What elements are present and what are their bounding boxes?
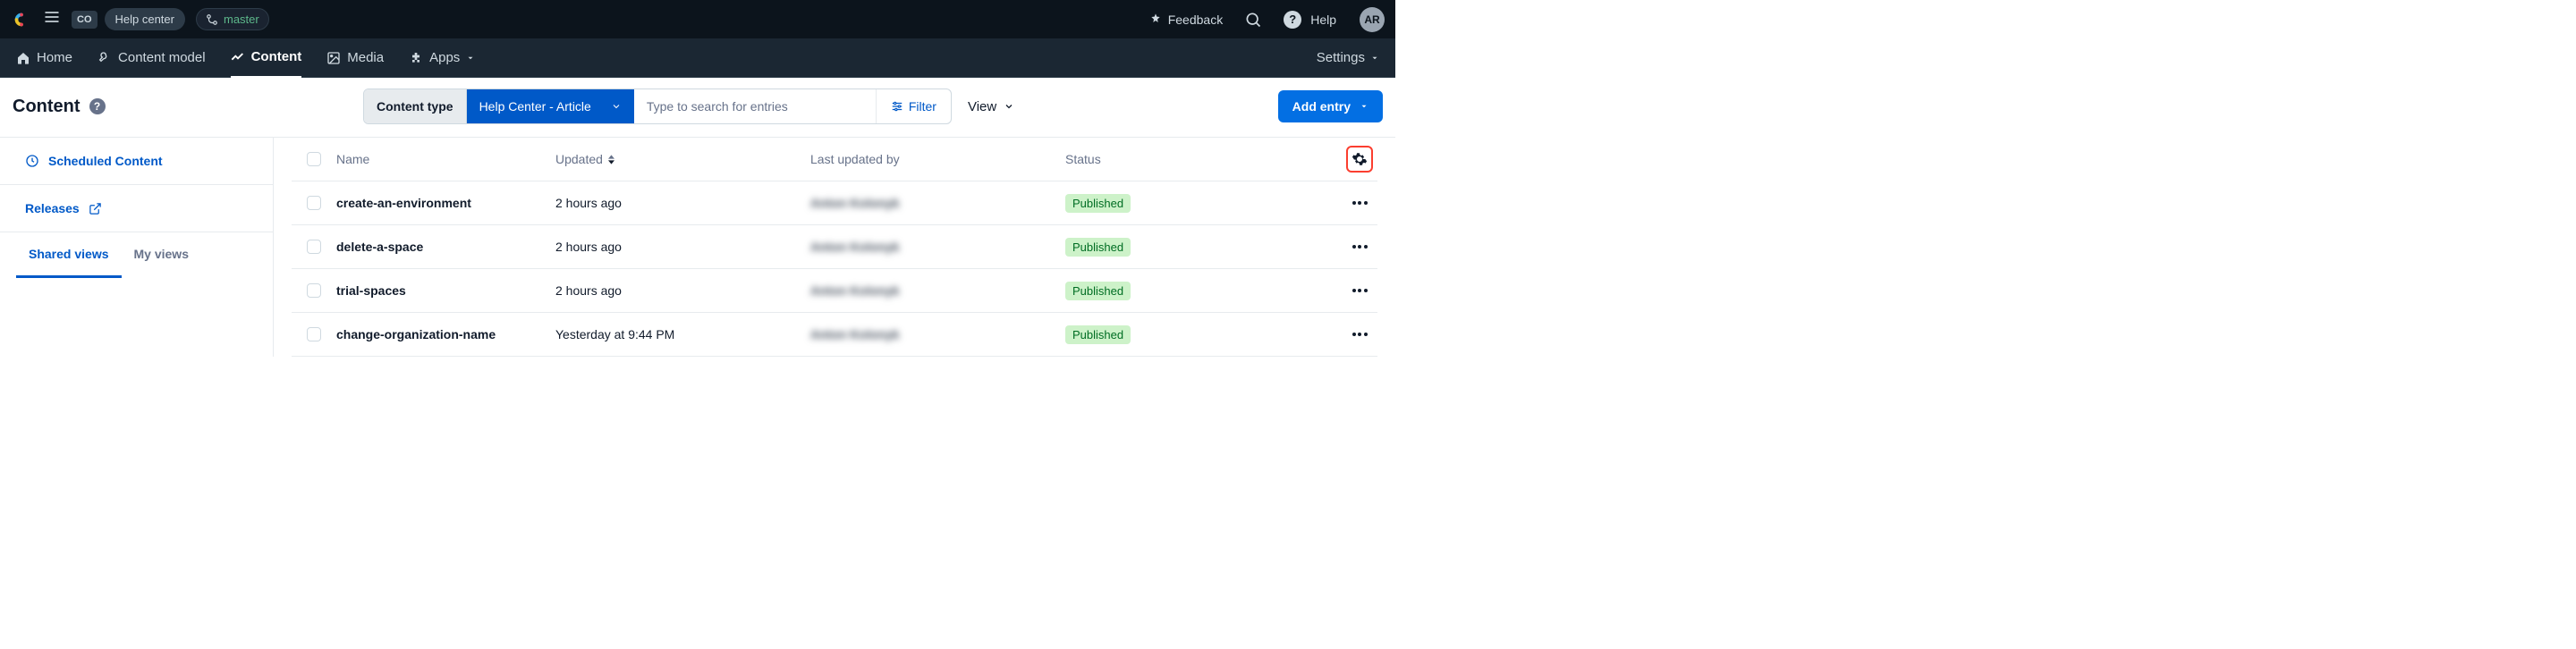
row-actions-button[interactable] [1342,333,1377,336]
sidebar: Scheduled Content Releases Shared views … [0,138,274,357]
table-settings-button[interactable] [1346,146,1373,173]
row-actions-button[interactable] [1342,201,1377,205]
nav-content-model[interactable]: Content model [97,38,206,78]
nav-settings[interactable]: Settings [1317,50,1379,65]
feedback-button[interactable]: Feedback [1143,13,1228,27]
nav-apps[interactable]: Apps [409,38,475,78]
row-checkbox[interactable] [307,327,321,341]
entry-name: trial-spaces [336,283,555,298]
tab-my-views[interactable]: My views [122,232,201,278]
nav-home[interactable]: Home [16,38,72,78]
help-button[interactable]: ? Help [1278,11,1342,29]
sidebar-releases[interactable]: Releases [0,185,273,232]
entry-updated: 2 hours ago [555,240,810,254]
entry-name: create-an-environment [336,196,555,210]
chevron-down-icon [466,54,475,63]
entries-table: Name Updated Last updated by Status crea… [274,138,1395,357]
sidebar-tabs: Shared views My views [0,232,273,278]
search-icon[interactable] [1239,11,1267,29]
select-all-checkbox[interactable] [307,152,321,166]
more-icon [1352,289,1368,292]
row-actions-button[interactable] [1342,289,1377,292]
entry-name: change-organization-name [336,327,555,341]
logo[interactable] [11,9,32,30]
external-link-icon [89,202,102,215]
main-nav: Home Content model Content Media Apps Se… [0,38,1395,78]
row-actions-button[interactable] [1342,245,1377,249]
space-name: Help center [105,8,185,30]
tab-shared-views[interactable]: Shared views [16,232,122,278]
entry-updated: Yesterday at 9:44 PM [555,327,810,341]
filter-button[interactable]: Filter [876,89,951,123]
help-icon: ? [1284,11,1301,29]
chevron-down-icon [1360,102,1368,111]
page-title: Content ? [13,97,352,117]
content-type-select[interactable]: Help Center - Article [467,89,634,123]
help-icon[interactable]: ? [89,98,106,114]
gear-icon [1352,151,1368,167]
topbar: CO Help center master Feedback ? Help AR [0,0,1395,38]
sort-icon [608,155,614,164]
filter-icon [891,100,903,113]
page-header: Content ? Content type Help Center - Art… [0,78,1395,137]
content-type-label: Content type [364,89,467,123]
col-name-header[interactable]: Name [336,152,555,166]
more-icon [1352,245,1368,249]
entry-status: Published [1065,238,1325,257]
more-icon [1352,333,1368,336]
entry-status: Published [1065,194,1325,213]
entry-updated: 2 hours ago [555,196,810,210]
table-row[interactable]: change-organization-name Yesterday at 9:… [292,313,1377,357]
entry-name: delete-a-space [336,240,555,254]
org-code: CO [72,11,97,29]
sidebar-scheduled-content[interactable]: Scheduled Content [0,138,273,184]
entry-status: Published [1065,325,1325,344]
nav-media[interactable]: Media [326,38,384,78]
table-row[interactable]: trial-spaces 2 hours ago Anton Kolonyk P… [292,269,1377,313]
chevron-down-icon [1370,54,1379,63]
col-status-header[interactable]: Status [1065,152,1325,166]
branch-switcher[interactable]: master [196,8,269,30]
menu-icon[interactable] [43,8,61,30]
row-checkbox[interactable] [307,240,321,254]
row-checkbox[interactable] [307,283,321,298]
chevron-down-icon [611,101,622,112]
branch-name: master [224,13,259,26]
entry-updatedby: Anton Kolonyk [810,283,1065,298]
chevron-down-icon [1004,101,1014,112]
filter-bar: Content type Help Center - Article Filte… [363,88,952,124]
avatar[interactable]: AR [1360,7,1385,32]
clock-icon [25,154,39,168]
row-checkbox[interactable] [307,196,321,210]
table-row[interactable]: create-an-environment 2 hours ago Anton … [292,181,1377,225]
col-updated-header[interactable]: Updated [555,152,810,166]
more-icon [1352,201,1368,205]
add-entry-button[interactable]: Add entry [1278,90,1383,122]
search-input[interactable] [634,89,876,123]
entry-status: Published [1065,282,1325,300]
space-switcher[interactable]: CO Help center [72,8,185,30]
view-button[interactable]: View [968,99,1014,114]
entry-updated: 2 hours ago [555,283,810,298]
entry-updatedby: Anton Kolonyk [810,327,1065,341]
entry-updatedby: Anton Kolonyk [810,240,1065,254]
col-updatedby-header[interactable]: Last updated by [810,152,1065,166]
table-row[interactable]: delete-a-space 2 hours ago Anton Kolonyk… [292,225,1377,269]
nav-content[interactable]: Content [231,38,302,78]
table-header: Name Updated Last updated by Status [292,138,1377,181]
entry-updatedby: Anton Kolonyk [810,196,1065,210]
